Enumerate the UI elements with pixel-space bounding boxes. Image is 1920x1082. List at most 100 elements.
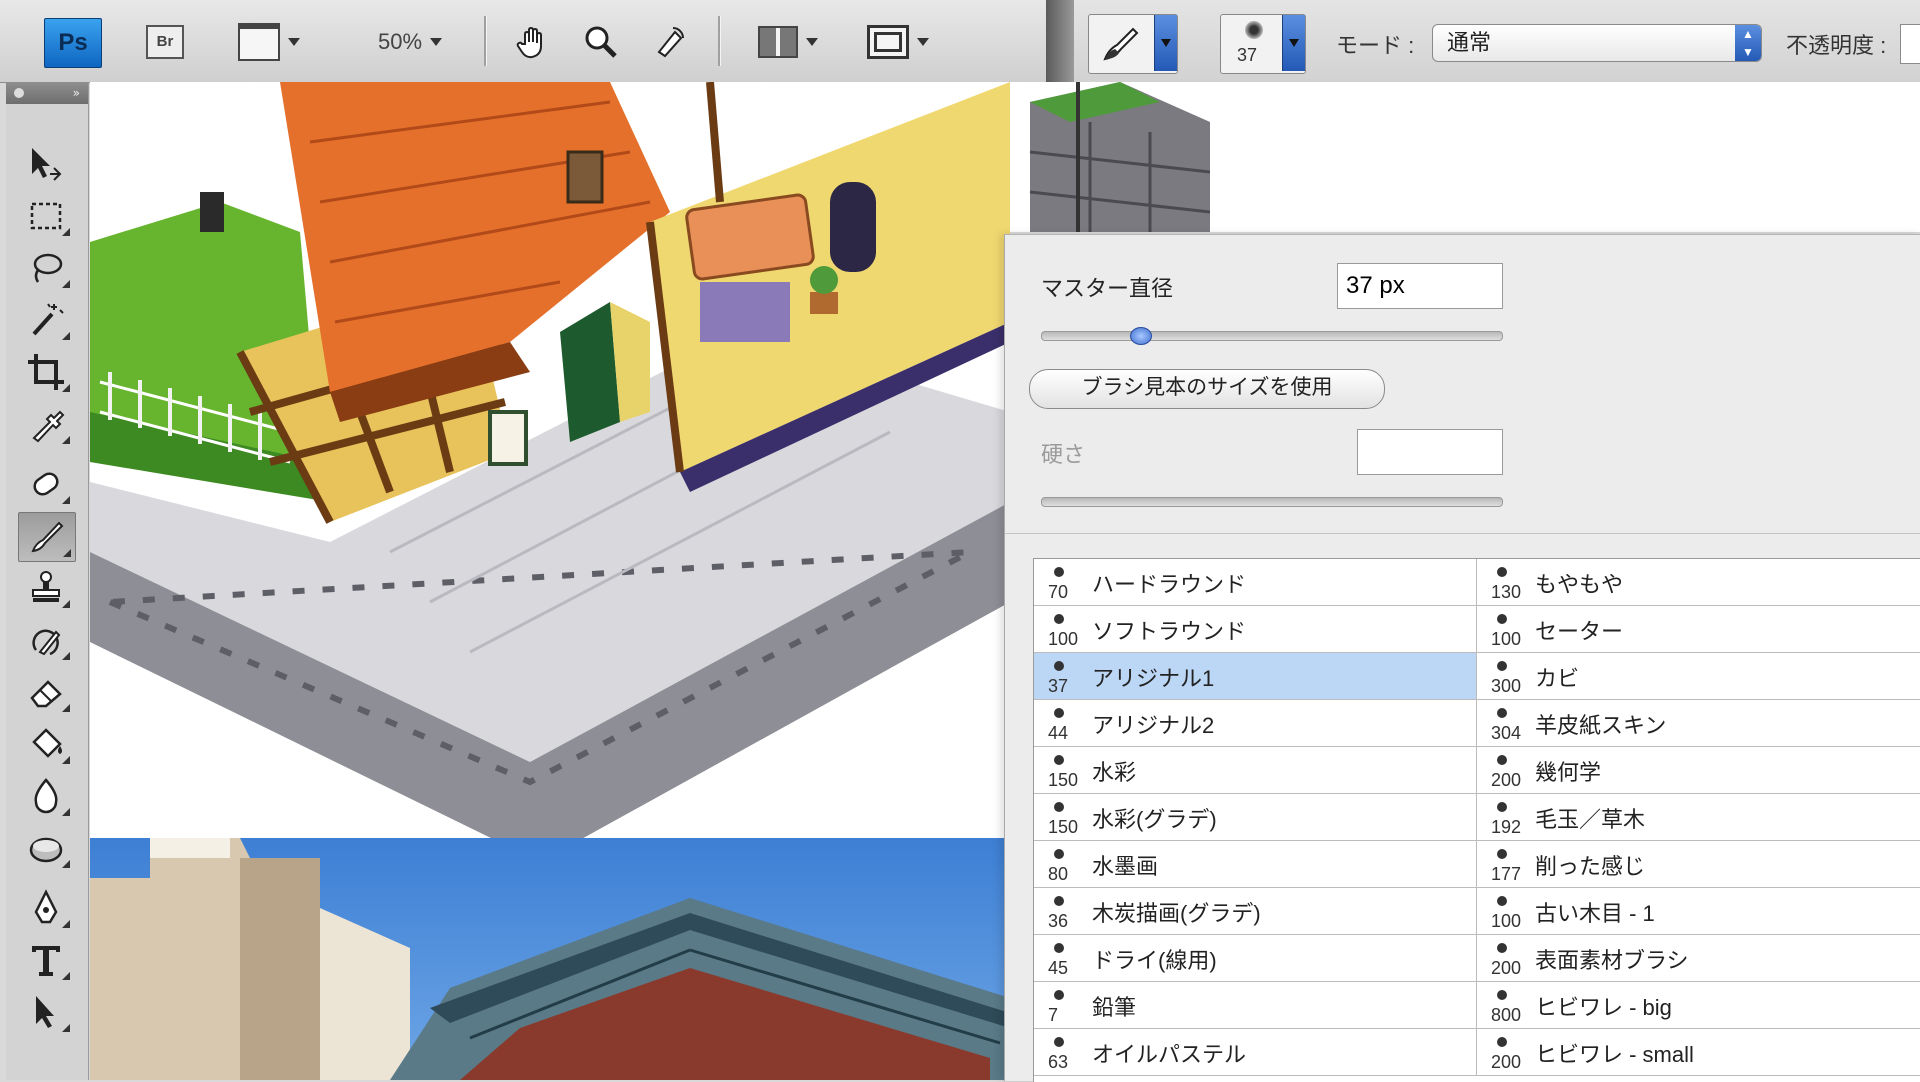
type-tool[interactable]: [18, 936, 74, 984]
brush-name: オイルパステル: [1092, 1042, 1247, 1067]
tool-preset-picker[interactable]: [1088, 14, 1178, 74]
brush-name: 削った感じ: [1535, 854, 1646, 879]
brush-tip-icon: [1054, 802, 1064, 812]
spot-healing-tool[interactable]: [18, 460, 74, 508]
clone-stamp-tool[interactable]: [18, 564, 74, 612]
brush-preview: 177: [1487, 845, 1521, 885]
brush-tip-icon: [1497, 896, 1507, 906]
brush-preset-item[interactable]: 7 鉛筆: [1034, 982, 1477, 1028]
lasso-tool[interactable]: [18, 244, 74, 292]
rotate-view-button[interactable]: [644, 22, 694, 62]
master-diameter-slider[interactable]: [1041, 327, 1503, 345]
brush-preset-item[interactable]: 36 木炭描画(グラデ): [1034, 888, 1477, 934]
pen-tool[interactable]: [18, 884, 74, 932]
brush-preset-item[interactable]: 200 幾何学: [1477, 747, 1919, 793]
eraser-tool[interactable]: [18, 668, 74, 716]
close-icon[interactable]: [14, 88, 24, 98]
crop-tool[interactable]: [18, 348, 74, 396]
brush-name: 幾何学: [1535, 760, 1602, 785]
brush-name: アリジナル2: [1092, 713, 1215, 738]
arrange-documents-button[interactable]: [748, 22, 828, 62]
eyedropper-tool[interactable]: [18, 400, 74, 448]
bridge-button[interactable]: Br: [142, 22, 188, 62]
brush-list-row: 37 アリジナル1 300 カビ: [1034, 653, 1920, 700]
preset-picker-arrow[interactable]: [1154, 15, 1177, 71]
view-extras-button[interactable]: [224, 22, 314, 62]
brush-size-value: 100: [1491, 629, 1522, 649]
use-sample-size-button[interactable]: ブラシ見本のサイズを使用: [1029, 369, 1385, 409]
collapse-icon[interactable]: »: [73, 86, 80, 100]
brush-name: ソフトラウンド: [1092, 619, 1247, 644]
zoom-level-dropdown[interactable]: 50%: [360, 22, 460, 62]
brush-name: カビ: [1535, 666, 1580, 691]
brush-tip-icon: [1054, 708, 1064, 718]
hand-tool-button[interactable]: [508, 22, 558, 62]
type-t-icon: [32, 946, 60, 976]
brush-size-value: 36: [1048, 911, 1069, 931]
opacity-field[interactable]: [1900, 24, 1920, 64]
paint-bucket-tool[interactable]: [18, 720, 74, 768]
brush-preset-item[interactable]: 100 セーター: [1477, 606, 1919, 652]
marquee-tool[interactable]: [18, 192, 74, 240]
stone-wall-artwork: [1029, 82, 1210, 232]
brush-preset-item[interactable]: 100 古い木目 - 1: [1477, 888, 1919, 934]
brush-preview: 200: [1487, 939, 1521, 979]
mode-select[interactable]: 通常 ▲ ▼: [1432, 24, 1762, 62]
brush-preset-item[interactable]: 300 カビ: [1477, 653, 1919, 699]
brush-preset-item[interactable]: 70 ハードラウンド: [1034, 559, 1477, 605]
brush-name: 古い木目 - 1: [1535, 901, 1655, 926]
select-arrows-icon: ▲ ▼: [1735, 25, 1761, 61]
tool-flyout-indicator: [62, 920, 70, 928]
brush-tip-icon: [1497, 943, 1507, 953]
brush-preset-item[interactable]: 177 削った感じ: [1477, 841, 1919, 887]
brush-preset-list[interactable]: 70 ハードラウンド 130 もやもや 100 ソフトラウンド 100 セーター 37 アリジナル…: [1033, 558, 1920, 1082]
brush-preview: 100: [1044, 610, 1078, 650]
brush-tool[interactable]: [18, 512, 76, 562]
document-canvas[interactable]: [90, 82, 1010, 1080]
brush-preset-item[interactable]: 200 ヒビワレ - small: [1477, 1029, 1919, 1075]
blur-tool[interactable]: [18, 772, 74, 820]
zoom-tool-button[interactable]: [576, 22, 626, 62]
brush-preset-item[interactable]: 304 羊皮紙スキン: [1477, 700, 1919, 746]
brush-picker-arrow[interactable]: [1282, 15, 1305, 71]
master-diameter-input[interactable]: [1337, 263, 1503, 309]
brush-preview: 63: [1044, 1033, 1078, 1073]
history-brush-tool[interactable]: [18, 616, 74, 664]
brush-tip-icon: [1054, 661, 1064, 671]
hardness-input[interactable]: [1357, 429, 1503, 475]
brush-preset-item[interactable]: 150 水彩(グラデ): [1034, 794, 1477, 840]
brush-preset-item[interactable]: 37 アリジナル1: [1034, 653, 1477, 699]
hardness-slider[interactable]: [1041, 497, 1503, 507]
brush-preset-item[interactable]: 63 オイルパステル: [1034, 1029, 1477, 1075]
brush-preset-item[interactable]: 800 ヒビワレ - big: [1477, 982, 1919, 1028]
toolbar-divider: [718, 16, 721, 66]
brush-name: 水彩: [1092, 760, 1137, 785]
brush-preset-item[interactable]: 192 毛玉／草木: [1477, 794, 1919, 840]
brush-preset-item[interactable]: 200 表面素材ブラシ: [1477, 935, 1919, 981]
brush-tip-icon: [1497, 1037, 1507, 1047]
brush-preset-item[interactable]: 45 ドライ(線用): [1034, 935, 1477, 981]
path-selection-tool[interactable]: [18, 988, 74, 1036]
brush-size-value: 130: [1491, 582, 1522, 602]
brush-preset-item[interactable]: 100 ソフトラウンド: [1034, 606, 1477, 652]
master-diameter-slider-thumb[interactable]: [1130, 327, 1152, 345]
master-diameter-label: マスター直径: [1041, 276, 1174, 301]
brush-preset-item[interactable]: 130 もやもや: [1477, 559, 1919, 605]
screen-mode-button[interactable]: [858, 22, 938, 62]
brush-preview: 192: [1487, 798, 1521, 838]
brush-tip-icon: [1054, 849, 1064, 859]
canvas-guide-line: [1076, 82, 1080, 232]
tool-flyout-indicator: [62, 436, 70, 444]
photoshop-logo: Ps: [44, 18, 102, 68]
brush-preset-picker[interactable]: 37: [1220, 14, 1306, 74]
brush-preset-item[interactable]: 80 水墨画: [1034, 841, 1477, 887]
dodge-tool[interactable]: [18, 824, 74, 872]
move-tool[interactable]: [18, 140, 74, 188]
brush-preset-item[interactable]: 150 水彩: [1034, 747, 1477, 793]
tool-flyout-indicator: [62, 384, 70, 392]
magic-wand-icon: [32, 303, 64, 336]
lasso-icon: [33, 253, 63, 283]
brush-name: 表面素材ブラシ: [1535, 948, 1689, 973]
brush-preset-item[interactable]: 44 アリジナル2: [1034, 700, 1477, 746]
magic-wand-tool[interactable]: [18, 296, 74, 344]
